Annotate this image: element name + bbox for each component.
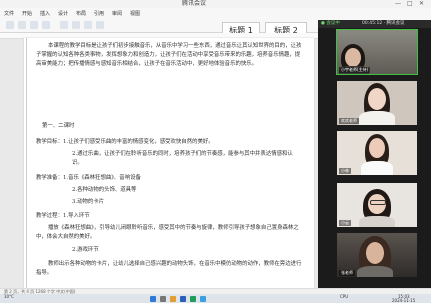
tab-home[interactable]: 开始 <box>22 10 32 17</box>
prep-2: 2.各种动物的头饰、道具等 <box>72 187 137 193</box>
tab-layout[interactable]: 布局 <box>76 10 86 17</box>
tab-view[interactable]: 视图 <box>130 10 140 17</box>
folder-icon[interactable] <box>170 296 176 302</box>
cpu-label: CPU <box>340 294 349 299</box>
participant-body <box>361 161 393 175</box>
participant-body <box>357 266 393 277</box>
participant-tile[interactable]: 张老师 <box>337 233 417 277</box>
participant-tile[interactable]: 小宇老师(主持) <box>336 29 418 75</box>
start-icon[interactable] <box>150 296 156 302</box>
participant-face <box>345 48 361 67</box>
participant-tile[interactable]: 欢欢老师 <box>337 81 417 125</box>
prep-1: 教学准备：1.音乐《森林狂想曲》、音响设备 <box>36 175 141 181</box>
align-right-icon[interactable] <box>84 21 92 29</box>
clock-date[interactable]: 2024-11-15 <box>392 299 415 303</box>
process-1: 教学过程：1.导入环节 <box>36 213 90 219</box>
participant-name: 小宇老师(主持) <box>339 67 371 73</box>
participant-face <box>369 138 385 158</box>
align-left-icon[interactable] <box>60 21 68 29</box>
title-bar: 腾讯会议 — □ ✕ <box>0 0 431 8</box>
tab-references[interactable]: 引用 <box>94 10 104 17</box>
participant-face <box>366 242 384 264</box>
participant-name: 张老师 <box>339 270 355 276</box>
process-1-text: 播放《森林狂想曲》，引导幼儿闭眼聆听音乐，感受其中的节奏与旋律，教师引导孩子想象… <box>36 225 299 240</box>
minimize-button[interactable]: — <box>395 0 401 8</box>
word-icon[interactable] <box>180 296 186 302</box>
tab-design[interactable]: 设计 <box>58 10 68 17</box>
participant-name: 小林 <box>339 168 351 174</box>
format-buttons <box>0 21 200 31</box>
objective-1: 教学目标：1.让孩子们感受乐曲的丰富的情感变化，感受欢快自然的美好。 <box>36 139 214 145</box>
weather-temp: 10°C <box>4 294 14 299</box>
tab-review[interactable]: 审阅 <box>112 10 122 17</box>
participant-body <box>359 216 395 227</box>
intro-paragraph: 本课程的教学目标是让孩子们初步接触音乐，从音乐中学习一些东西，通过音乐让其认知世… <box>36 43 302 67</box>
list-icon[interactable] <box>96 21 104 29</box>
underline-icon[interactable] <box>30 21 38 29</box>
participant-name: 欢欢老师 <box>339 118 359 124</box>
window-title: 腾讯会议 <box>182 0 207 7</box>
maximize-button[interactable]: □ <box>407 0 413 8</box>
font-color-icon[interactable] <box>42 21 50 29</box>
participant-tile[interactable]: 小林 <box>337 131 417 175</box>
taskbar: 10°C CPU 15:03 2024-11-15 <box>0 294 431 303</box>
objective-2: 2.通过乐曲，让孩子们在聆听音乐的同时，培养孩子们的节奏感，能参与其中并表达情感… <box>72 151 293 166</box>
tab-insert[interactable]: 插入 <box>40 10 50 17</box>
meeting-status: ● 会议中 <box>321 21 340 26</box>
participant-body <box>359 111 395 125</box>
italic-icon[interactable] <box>18 21 26 29</box>
margin-line <box>26 38 27 290</box>
bold-icon[interactable] <box>6 21 14 29</box>
participant-face <box>368 88 386 110</box>
participant-tile[interactable]: 小云 <box>337 183 417 227</box>
document-page[interactable]: 本课程的教学目标是让孩子们初步接触音乐，从音乐中学习一些东西，通过音乐让其认知世… <box>24 38 314 290</box>
meeting-info: 00:45:12 · 腾讯会议 <box>362 21 405 26</box>
close-button[interactable]: ✕ <box>419 0 424 8</box>
align-center-icon[interactable] <box>72 21 80 29</box>
meeting-app-icon[interactable] <box>190 296 196 302</box>
tab-file[interactable]: 文件 <box>4 10 14 17</box>
glasses-icon <box>370 200 386 205</box>
section-heading: 第一、二课时 <box>42 123 75 129</box>
browser-icon[interactable] <box>200 296 206 302</box>
meeting-header: ● 会议中 00:45:12 · 腾讯会议 <box>318 20 431 28</box>
prep-3: 3.动物的卡片 <box>72 199 105 205</box>
process-2: 2.游戏环节 <box>72 247 99 253</box>
participant-name: 小云 <box>339 220 351 226</box>
search-icon[interactable] <box>160 296 166 302</box>
process-2-text: 教师出示各种动物的卡片，让幼儿选择自己感兴趣的动物头饰，在音乐中模仿动物的动作，… <box>36 261 302 276</box>
